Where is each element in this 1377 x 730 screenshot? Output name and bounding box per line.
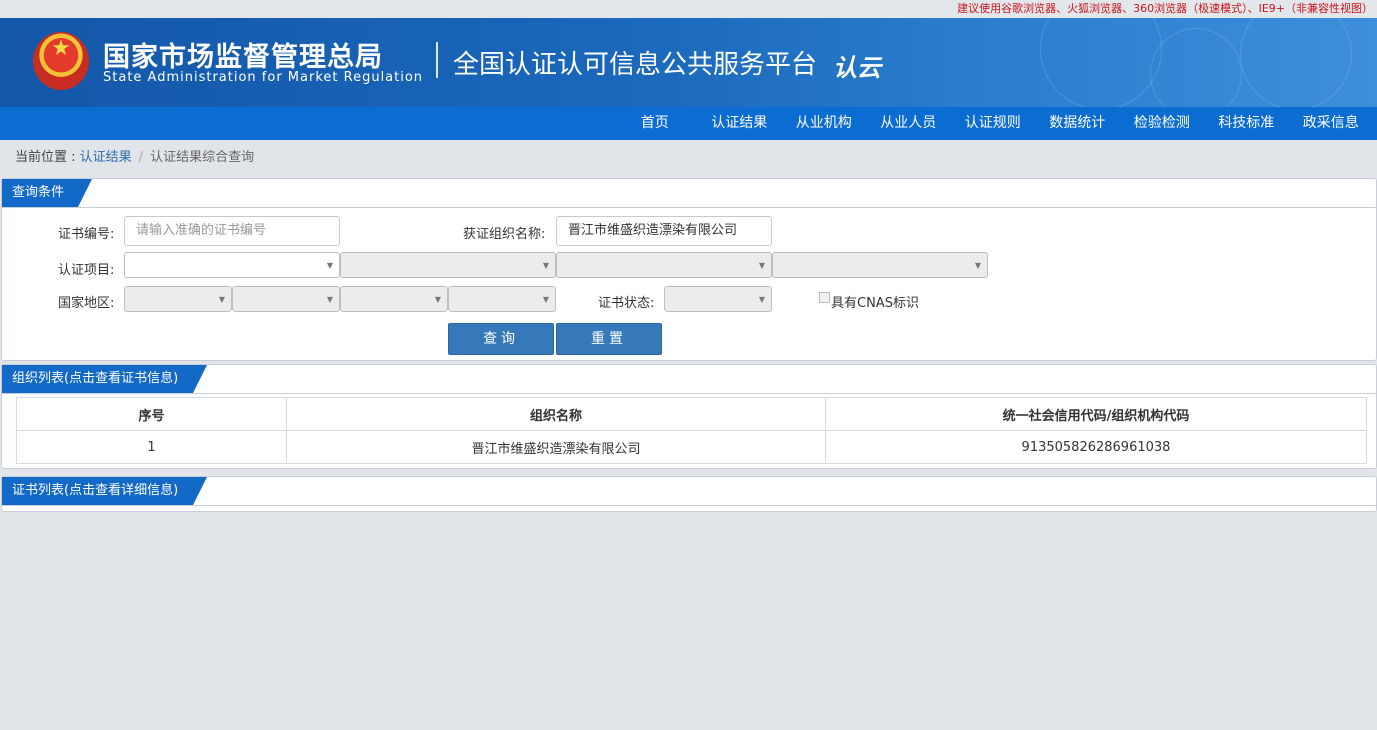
cert-list-panel: 证书列表(点击查看详细信息)	[1, 476, 1377, 512]
chevron-down-icon: ▼	[758, 295, 765, 304]
chevron-down-icon: ▼	[434, 295, 441, 304]
decor-hex	[1240, 18, 1352, 107]
project-select-4[interactable]: ▼	[772, 252, 988, 278]
breadcrumb-separator: /	[138, 150, 144, 165]
query-section-title: 查询条件	[2, 179, 92, 207]
region-select-3[interactable]: ▼	[340, 286, 448, 312]
org-name-label: 获证组织名称:	[463, 227, 546, 242]
nav-cert-rules[interactable]: 认证规则	[951, 107, 1036, 140]
chevron-down-icon: ▼	[326, 295, 333, 304]
region-label: 国家地区:	[58, 296, 115, 311]
cert-list-title: 证书列表(点击查看详细信息)	[2, 477, 207, 505]
platform-title: 全国认证认可信息公共服务平台	[453, 50, 818, 80]
cert-no-label: 证书编号:	[58, 227, 115, 242]
cert-list-header: 证书列表(点击查看详细信息)	[2, 477, 1376, 506]
chevron-down-icon: ▼	[326, 261, 333, 270]
status-select[interactable]: ▼	[664, 286, 772, 312]
main-nav: 首页 认证结果 从业机构 从业人员 认证规则 数据统计 检验检测 科技标准 政采…	[0, 107, 1377, 140]
platform-logo: 认云	[833, 54, 881, 82]
cell-credit-code: 913505826286961038	[825, 430, 1367, 464]
nav-cert-results[interactable]: 认证结果	[697, 107, 782, 140]
region-select-2[interactable]: ▼	[232, 286, 340, 312]
org-table-header-row: 序号 组织名称 统一社会信用代码/组织机构代码	[16, 397, 1367, 431]
org-name-input[interactable]: 晋江市维盛织造漂染有限公司	[556, 216, 772, 246]
breadcrumb-link[interactable]: 认证结果	[80, 150, 132, 165]
nav-institutions[interactable]: 从业机构	[782, 107, 867, 140]
nav-inspection[interactable]: 检验检测	[1120, 107, 1205, 140]
status-label: 证书状态:	[598, 296, 655, 311]
nav-personnel[interactable]: 从业人员	[866, 107, 951, 140]
cnas-label: 具有CNAS标识	[831, 296, 919, 311]
org-list-title: 组织列表(点击查看证书信息)	[2, 365, 207, 393]
table-row[interactable]: 1 晋江市维盛织造漂染有限公司 913505826286961038	[16, 430, 1367, 464]
nav-home[interactable]: 首页	[613, 107, 698, 140]
chevron-down-icon: ▼	[542, 295, 549, 304]
nav-statistics[interactable]: 数据统计	[1035, 107, 1120, 140]
cnas-checkbox[interactable]	[819, 292, 830, 303]
chevron-down-icon: ▼	[974, 261, 981, 270]
org-table: 序号 组织名称 统一社会信用代码/组织机构代码 1 晋江市维盛织造漂染有限公司 …	[16, 397, 1367, 464]
cell-index: 1	[16, 430, 287, 464]
chevron-down-icon: ▼	[758, 261, 765, 270]
project-select-2[interactable]: ▼	[340, 252, 556, 278]
breadcrumb-current: 认证结果综合查询	[150, 150, 255, 165]
project-label: 认证项目:	[58, 263, 115, 278]
col-header-org-name: 组织名称	[286, 397, 826, 431]
query-panel-header: 查询条件	[2, 179, 1376, 208]
org-name-cn: 国家市场监督管理总局	[103, 42, 383, 73]
region-select-1[interactable]: ▼	[124, 286, 232, 312]
org-name-en: State Administration for Market Regulati…	[103, 70, 424, 85]
national-emblem-icon: ★	[33, 32, 89, 90]
project-select-1[interactable]: ▼	[124, 252, 340, 278]
cert-no-input[interactable]: 请输入准确的证书编号	[124, 216, 340, 246]
chevron-down-icon: ▼	[218, 295, 225, 304]
breadcrumb-prefix: 当前位置 :	[15, 150, 80, 165]
browser-notice: 建议使用谷歌浏览器、火狐浏览器、360浏览器（极速模式）、IE9+（非兼容性视图…	[0, 0, 1377, 18]
search-button[interactable]: 查询	[448, 323, 554, 355]
project-select-3[interactable]: ▼	[556, 252, 772, 278]
org-list-header: 组织列表(点击查看证书信息)	[2, 365, 1376, 394]
nav-standards[interactable]: 科技标准	[1204, 107, 1289, 140]
header-banner: ★ 国家市场监督管理总局 State Administration for Ma…	[0, 18, 1377, 107]
col-header-index: 序号	[16, 397, 287, 431]
region-select-4[interactable]: ▼	[448, 286, 556, 312]
chevron-down-icon: ▼	[542, 261, 549, 270]
header-divider	[436, 42, 438, 78]
decor-hex	[1150, 28, 1242, 107]
breadcrumb: 当前位置 : 认证结果 / 认证结果综合查询	[15, 146, 254, 165]
nav-procurement[interactable]: 政采信息	[1289, 107, 1374, 140]
col-header-credit-code: 统一社会信用代码/组织机构代码	[825, 397, 1367, 431]
decor-hex	[1040, 18, 1162, 107]
reset-button[interactable]: 重置	[556, 323, 662, 355]
cell-org-name[interactable]: 晋江市维盛织造漂染有限公司	[286, 430, 826, 464]
